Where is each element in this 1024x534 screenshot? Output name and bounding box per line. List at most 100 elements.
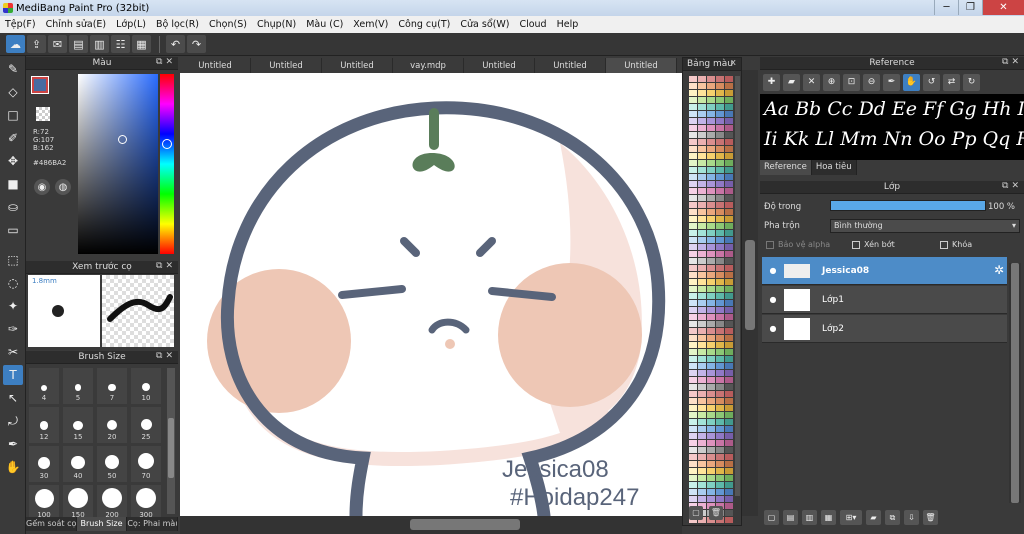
color-swatch[interactable] bbox=[725, 167, 733, 173]
color-swatch[interactable] bbox=[698, 433, 706, 439]
color-swatch[interactable] bbox=[689, 202, 697, 208]
color-swatch[interactable] bbox=[698, 209, 706, 215]
color-swatch[interactable] bbox=[707, 335, 715, 341]
color-swatch[interactable] bbox=[716, 328, 724, 334]
swatch-close-icon[interactable]: x bbox=[731, 58, 739, 68]
color-swatch[interactable] bbox=[698, 258, 706, 264]
color-swatch[interactable] bbox=[716, 356, 724, 362]
color-swatch[interactable] bbox=[698, 97, 706, 103]
color-swatch[interactable] bbox=[725, 76, 733, 82]
color-swatch[interactable] bbox=[707, 97, 715, 103]
color-swatch[interactable] bbox=[725, 370, 733, 376]
color-swatch[interactable] bbox=[725, 447, 733, 453]
bucket-tool-icon[interactable]: ⛀ bbox=[3, 197, 23, 217]
color-swatch[interactable] bbox=[725, 181, 733, 187]
color-swatch[interactable] bbox=[698, 461, 706, 467]
color-swatch[interactable] bbox=[725, 517, 733, 523]
panel-undock-close-icon[interactable]: ⧉✕ bbox=[156, 351, 176, 361]
color-swatch[interactable] bbox=[689, 195, 697, 201]
color-swatch[interactable] bbox=[725, 244, 733, 250]
color-swatch[interactable] bbox=[707, 216, 715, 222]
color-swatch[interactable] bbox=[716, 482, 724, 488]
color-swatch[interactable] bbox=[725, 202, 733, 208]
color-swatch[interactable] bbox=[698, 146, 706, 152]
color-swatch[interactable] bbox=[698, 104, 706, 110]
color-swatch[interactable] bbox=[689, 391, 697, 397]
tab-brush-control[interactable]: Gếm soát cọ bbox=[26, 517, 77, 531]
color-swatch[interactable] bbox=[716, 307, 724, 313]
color-swatch[interactable] bbox=[698, 419, 706, 425]
color-swatch[interactable] bbox=[689, 468, 697, 474]
color-swatch[interactable] bbox=[707, 153, 715, 159]
brush-size-cell[interactable]: 40 bbox=[63, 446, 93, 482]
color-swatch[interactable] bbox=[725, 279, 733, 285]
color-swatch[interactable] bbox=[716, 237, 724, 243]
color-swatch[interactable] bbox=[689, 111, 697, 117]
color-swatch[interactable] bbox=[725, 419, 733, 425]
color-swatch[interactable] bbox=[707, 202, 715, 208]
color-swatch[interactable] bbox=[725, 475, 733, 481]
layer-scrollbar[interactable] bbox=[1009, 263, 1021, 503]
color-swatch[interactable] bbox=[725, 342, 733, 348]
color-swatch[interactable] bbox=[698, 314, 706, 320]
color-swatch[interactable] bbox=[689, 447, 697, 453]
fit-icon[interactable]: ⊡ bbox=[843, 73, 860, 91]
new-swatch-icon[interactable]: ▢ bbox=[689, 506, 703, 520]
color-swatch[interactable] bbox=[689, 384, 697, 390]
color-swatch[interactable] bbox=[689, 496, 697, 502]
color-swatch[interactable] bbox=[707, 440, 715, 446]
color-swatch[interactable] bbox=[725, 139, 733, 145]
brush-size-cell[interactable]: 150 bbox=[63, 485, 93, 521]
move-tool-icon[interactable]: ✥ bbox=[3, 151, 23, 171]
merge-down-icon[interactable]: ⇩ bbox=[904, 510, 919, 525]
color-swatch[interactable] bbox=[698, 356, 706, 362]
color-swatch[interactable] bbox=[698, 335, 706, 341]
color-swatch[interactable] bbox=[689, 97, 697, 103]
color-swatch[interactable] bbox=[725, 328, 733, 334]
color-swatch[interactable] bbox=[725, 300, 733, 306]
color-swatch[interactable] bbox=[725, 489, 733, 495]
menu-view[interactable]: Xem(V) bbox=[348, 19, 393, 30]
color-swatch[interactable] bbox=[716, 160, 724, 166]
color-swatch[interactable] bbox=[698, 230, 706, 236]
horizontal-scrollbar[interactable] bbox=[180, 516, 682, 534]
color-swatch[interactable] bbox=[716, 146, 724, 152]
color-swatch[interactable] bbox=[725, 153, 733, 159]
operation-tool-icon[interactable]: ↖ bbox=[3, 388, 23, 408]
lasso-tool-icon[interactable]: ◌ bbox=[3, 273, 23, 293]
color-swatch[interactable] bbox=[725, 146, 733, 152]
color-swatch[interactable] bbox=[716, 468, 724, 474]
drawing-canvas[interactable]: Jessica08 #Hoidap247 bbox=[180, 73, 682, 516]
color-swatch[interactable] bbox=[716, 216, 724, 222]
color-swatch[interactable] bbox=[698, 181, 706, 187]
color-swatch[interactable] bbox=[698, 426, 706, 432]
doc-tab[interactable]: Untitled bbox=[251, 58, 322, 73]
color-swatch[interactable] bbox=[716, 251, 724, 257]
color-swatch[interactable] bbox=[698, 216, 706, 222]
layer-scroll-thumb[interactable] bbox=[1011, 263, 1019, 503]
color-swatch[interactable] bbox=[698, 363, 706, 369]
dot-tool-icon[interactable]: ✐ bbox=[3, 128, 23, 148]
color-swatch[interactable] bbox=[725, 188, 733, 194]
color-swatch[interactable] bbox=[689, 349, 697, 355]
doc-tab[interactable]: Untitled bbox=[322, 58, 393, 73]
color-swatch[interactable] bbox=[707, 489, 715, 495]
palette-add-icon[interactable]: ◍ bbox=[55, 179, 71, 195]
color-swatch[interactable] bbox=[716, 244, 724, 250]
color-swatch[interactable] bbox=[698, 125, 706, 131]
color-swatch[interactable] bbox=[725, 426, 733, 432]
color-swatch[interactable] bbox=[725, 391, 733, 397]
color-swatch[interactable] bbox=[707, 237, 715, 243]
color-swatch[interactable] bbox=[716, 258, 724, 264]
menu-filter[interactable]: Bộ lọc(R) bbox=[151, 19, 204, 30]
brush-size-cell[interactable]: 100 bbox=[29, 485, 59, 521]
color-swatch[interactable] bbox=[725, 321, 733, 327]
brush-size-cell[interactable]: 15 bbox=[63, 407, 93, 443]
eyedropper-tool-icon[interactable]: ⤾ bbox=[3, 411, 23, 431]
hue-slider[interactable] bbox=[160, 74, 174, 254]
color-swatch[interactable] bbox=[716, 419, 724, 425]
color-swatch[interactable] bbox=[698, 167, 706, 173]
brush-size-cell[interactable]: 300 bbox=[131, 485, 161, 521]
color-swatch[interactable] bbox=[689, 286, 697, 292]
saturation-value-picker[interactable] bbox=[78, 74, 158, 254]
